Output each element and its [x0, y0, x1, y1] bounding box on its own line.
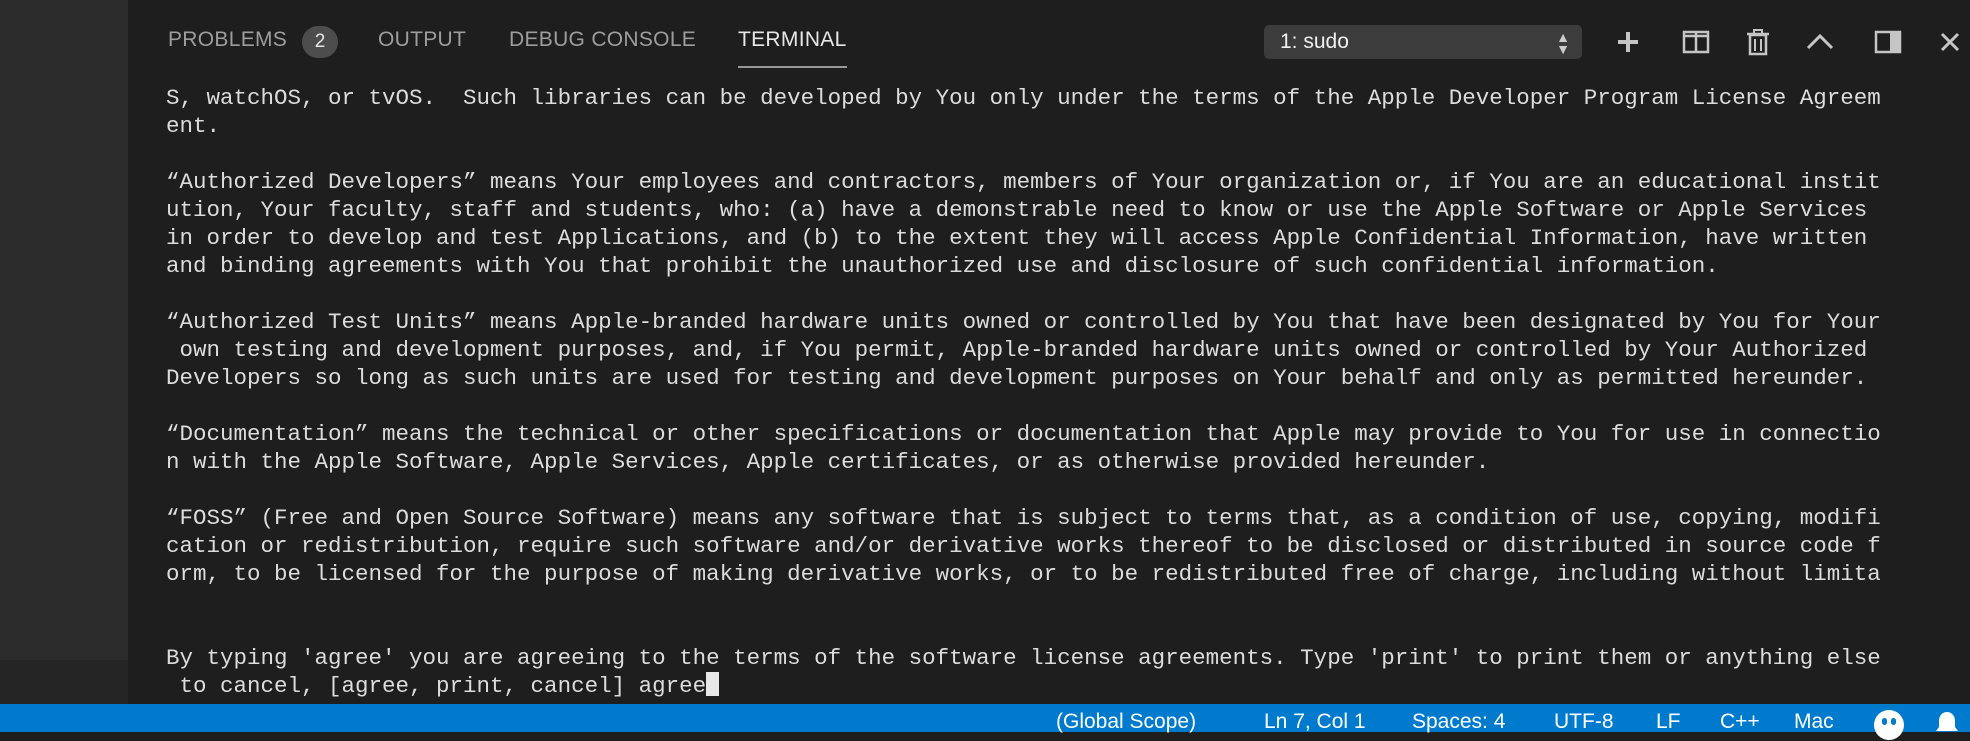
terminal-line-text: to cancel, [agree, print, cancel] agree — [166, 673, 707, 699]
panel-tabbar: PROBLEMS 2 OUTPUT DEBUG CONSOLE TERMINAL… — [128, 0, 1970, 80]
terminal-line-text: By typing 'agree' you are agreeing to th… — [166, 645, 1881, 671]
terminal-line-text: “Documentation” means the technical or o… — [166, 421, 1881, 447]
terminal-line: n with the Apple Software, Apple Service… — [166, 448, 1956, 476]
terminal-line: “FOSS” (Free and Open Source Software) m… — [166, 504, 1956, 532]
tab-problems[interactable]: PROBLEMS — [168, 28, 287, 52]
terminal-line: “Authorized Test Units” means Apple-bran… — [166, 308, 1956, 336]
terminal-line: ution, Your faculty, staff and students,… — [166, 196, 1956, 224]
terminal-line-text: ution, Your faculty, staff and students,… — [166, 197, 1868, 223]
plus-icon[interactable] — [1612, 26, 1644, 58]
terminal-select-dropdown[interactable]: 1: sudo ▲ ▼ — [1264, 25, 1582, 59]
terminal-line-text: ent. — [166, 113, 221, 139]
bell-icon[interactable] — [1932, 710, 1962, 736]
status-bar: (Global Scope) Ln 7, Col 1 Spaces: 4 UTF… — [0, 704, 1970, 740]
terminal-line: and binding agreements with You that pro… — [166, 252, 1956, 280]
terminal-line: “Authorized Developers” means Your emplo… — [166, 168, 1956, 196]
terminal-line: cation or redistribution, require such s… — [166, 532, 1956, 560]
tab-debug-console[interactable]: DEBUG CONSOLE — [509, 28, 696, 52]
tab-terminal-label: TERMINAL — [738, 28, 847, 51]
terminal-line-text: and binding agreements with You that pro… — [166, 253, 1719, 279]
terminal-line: S, watchOS, or tvOS. Such libraries can … — [166, 84, 1956, 112]
trash-icon[interactable] — [1742, 26, 1774, 58]
tab-debug-console-label: DEBUG CONSOLE — [509, 28, 697, 51]
terminal-line: own testing and development purposes, an… — [166, 336, 1956, 364]
terminal-output[interactable]: S, watchOS, or tvOS. Such libraries can … — [166, 84, 1956, 700]
smiley-icon[interactable] — [1874, 710, 1904, 740]
terminal-line-text: Developers so long as such units are use… — [166, 365, 1868, 391]
tab-problems-label: PROBLEMS — [168, 28, 288, 51]
chevron-up-icon[interactable] — [1804, 26, 1836, 58]
active-tab-underline — [738, 66, 847, 68]
terminal-line: ent. — [166, 112, 1956, 140]
close-icon[interactable] — [1934, 26, 1970, 58]
split-terminal-icon[interactable] — [1680, 26, 1712, 58]
terminal-cursor — [706, 672, 720, 696]
terminal-select-value: 1: sudo — [1280, 30, 1349, 53]
terminal-line: Developers so long as such units are use… — [166, 364, 1956, 392]
terminal-line-text: in order to develop and test Application… — [166, 225, 1868, 251]
terminal-line-text: cation or redistribution, require such s… — [166, 533, 1881, 559]
toggle-panel-icon[interactable] — [1872, 26, 1904, 58]
problems-count-badge: 2 — [302, 26, 338, 58]
tab-output[interactable]: OUTPUT — [378, 28, 466, 52]
terminal-line: orm, to be licensed for the purpose of m… — [166, 560, 1956, 588]
terminal-line: By typing 'agree' you are agreeing to th… — [166, 644, 1956, 672]
tab-terminal[interactable]: TERMINAL — [738, 28, 847, 68]
terminal-line-text: “FOSS” (Free and Open Source Software) m… — [166, 505, 1881, 531]
terminal-line-text: S, watchOS, or tvOS. Such libraries can … — [166, 85, 1881, 111]
terminal-line-text: own testing and development purposes, an… — [166, 337, 1868, 363]
bottom-panel: PROBLEMS 2 OUTPUT DEBUG CONSOLE TERMINAL… — [128, 0, 1970, 704]
select-caret-icon: ▲ ▼ — [1556, 29, 1570, 57]
terminal-line-text: “Authorized Developers” means Your emplo… — [166, 169, 1881, 195]
terminal-line-text: “Authorized Test Units” means Apple-bran… — [166, 309, 1881, 335]
tab-output-label: OUTPUT — [378, 28, 467, 51]
side-area — [0, 0, 128, 732]
terminal-line: in order to develop and test Application… — [166, 224, 1956, 252]
terminal-line-text: orm, to be licensed for the purpose of m… — [166, 561, 1881, 587]
terminal-line: “Documentation” means the technical or o… — [166, 420, 1956, 448]
terminal-line-text: n with the Apple Software, Apple Service… — [166, 449, 1490, 475]
terminal-line: to cancel, [agree, print, cancel] agree — [166, 672, 1956, 700]
